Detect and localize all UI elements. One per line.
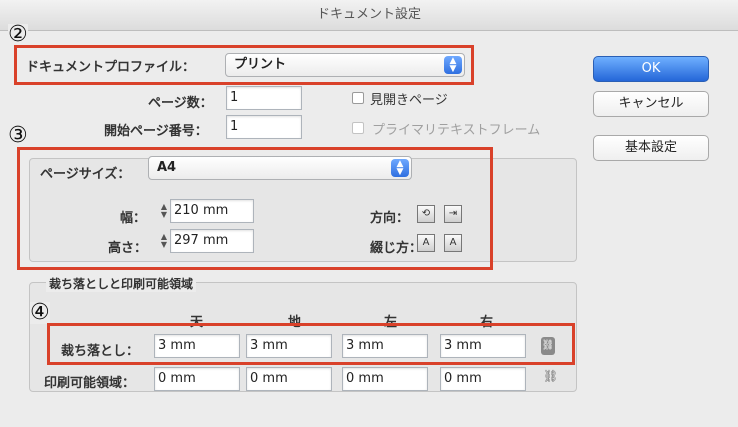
link-icon[interactable]: ⛓ — [543, 369, 558, 383]
height-field[interactable]: 297 mm — [170, 229, 254, 253]
stepper-icon[interactable]: ▲ ▼ — [159, 233, 169, 251]
bleed-top-field[interactable]: 3 mm — [154, 334, 240, 358]
landscape-icon[interactable]: ⇥ — [444, 205, 462, 223]
basic-settings-button[interactable]: 基本設定 — [593, 135, 709, 161]
primary-text-frame-label: プライマリテキストフレーム — [372, 123, 541, 138]
stepper-icon[interactable]: ▲ ▼ — [159, 203, 169, 221]
slug-top-field[interactable]: 0 mm — [154, 367, 240, 391]
window-title: ドキュメント設定 — [316, 7, 421, 22]
bleed-section-title: 裁ち落としと印刷可能領域 — [46, 275, 197, 292]
profile-value: プリント — [234, 57, 287, 72]
width-label: 幅： — [120, 211, 147, 226]
link-icon[interactable]: ⛓ — [541, 337, 555, 355]
annotation-2: ② — [8, 22, 28, 47]
portrait-icon[interactable]: ⟲ — [417, 205, 435, 223]
profile-label: ドキュメントプロファイル： — [26, 60, 196, 75]
primary-text-frame-checkbox[interactable] — [352, 122, 364, 134]
slug-right-field[interactable]: 0 mm — [440, 367, 526, 391]
start-page-label: 開始ページ番号： — [104, 124, 208, 139]
pages-field[interactable]: 1 — [226, 86, 302, 110]
bleed-label: 裁ち落とし： — [61, 344, 140, 359]
facing-pages-checkbox[interactable] — [352, 92, 364, 104]
page-size-label: ページサイズ： — [38, 163, 133, 182]
bleed-left-field[interactable]: 3 mm — [342, 334, 428, 358]
binding-left-icon[interactable]: A — [417, 234, 435, 252]
title-bar: ドキュメント設定 — [0, 0, 738, 31]
slug-label: 印刷可能領域： — [44, 376, 136, 391]
popup-arrow-icon: ▲ ▼ — [391, 159, 409, 177]
profile-popup[interactable]: プリント ▲ ▼ — [225, 53, 465, 77]
page-size-value: A4 — [157, 160, 177, 175]
popup-arrow-icon: ▲ ▼ — [444, 56, 462, 74]
binding-right-icon[interactable]: A — [444, 234, 462, 252]
bleed-bottom-field[interactable]: 3 mm — [246, 334, 332, 358]
bleed-right-field[interactable]: 3 mm — [440, 334, 526, 358]
slug-bottom-field[interactable]: 0 mm — [246, 367, 332, 391]
pages-label: ページ数： — [148, 96, 213, 111]
ok-button[interactable]: OK — [593, 56, 709, 82]
facing-pages-label: 見開きページ — [370, 93, 448, 108]
width-field[interactable]: 210 mm — [170, 199, 254, 223]
slug-left-field[interactable]: 0 mm — [342, 367, 428, 391]
orientation-label: 方向： — [370, 211, 410, 226]
page-size-popup[interactable]: A4 ▲ ▼ — [148, 156, 412, 180]
start-page-field[interactable]: 1 — [226, 115, 302, 139]
binding-label: 綴じ方： — [370, 241, 423, 256]
height-label: 高さ： — [108, 241, 148, 256]
cancel-button[interactable]: キャンセル — [593, 91, 709, 117]
annotation-3: ③ — [8, 123, 28, 148]
annotation-4: ④ — [30, 300, 50, 325]
